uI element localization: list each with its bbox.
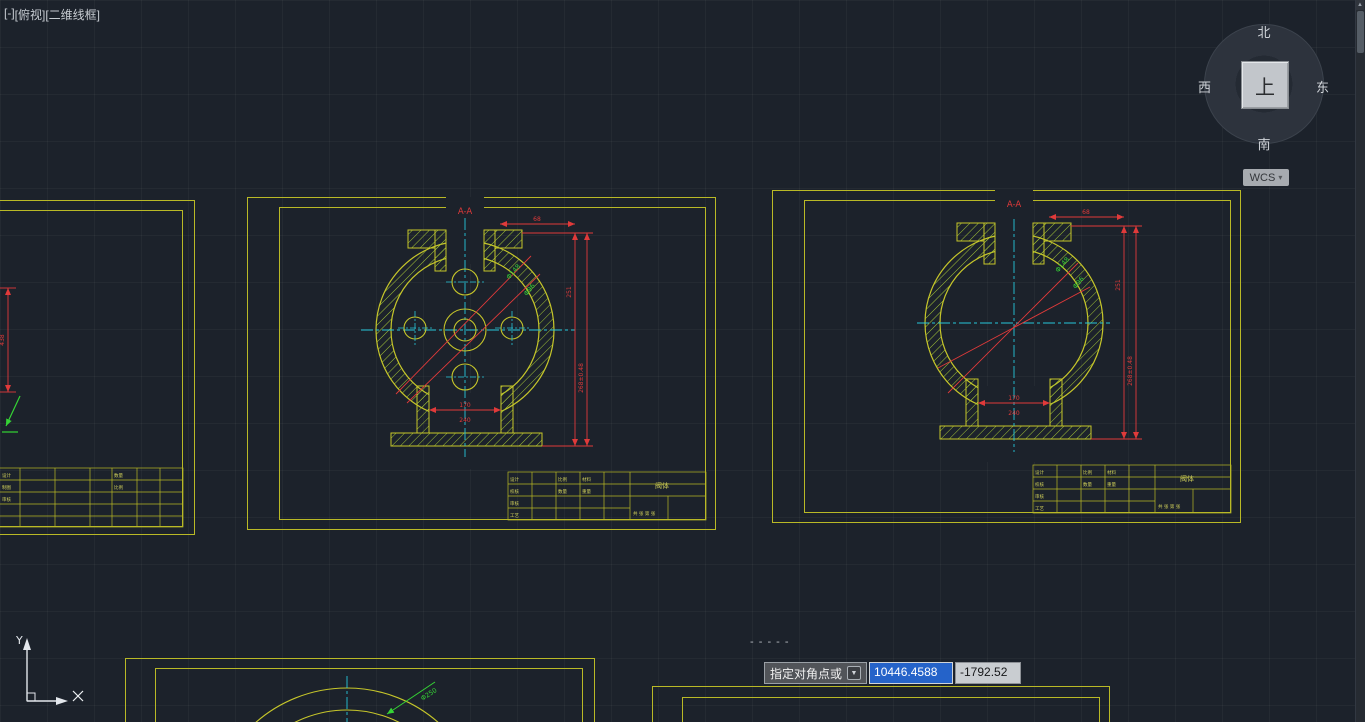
svg-text:重量: 重量: [582, 488, 591, 495]
svg-text:材料: 材料: [582, 476, 591, 483]
title-block[interactable]: 设计 校核 审核 工艺 比例 数量 材料 重量 阀体 共 张 第 张: [1032, 464, 1232, 514]
svg-text:240: 240: [1008, 410, 1020, 417]
drawing-center-section[interactable]: 设计 校核 审核 工艺 比例 数量 材料 重量 阀体 共 张 第 张 68 25…: [247, 197, 716, 530]
svg-text:251: 251: [1115, 279, 1122, 291]
left-dimension[interactable]: 438: [0, 287, 16, 393]
svg-text:数量: 数量: [114, 472, 123, 479]
svg-text:A-A: A-A: [1007, 200, 1022, 210]
dynamic-input-x-field[interactable]: 10446.4588: [869, 662, 954, 684]
svg-text:审核: 审核: [2, 496, 11, 503]
svg-text:170: 170: [459, 402, 471, 409]
crosshair-cursor: [72, 690, 84, 702]
scrollbar-thumb[interactable]: [1357, 11, 1364, 53]
left-green-leader[interactable]: [2, 395, 21, 433]
svg-text:共 张 第 张: 共 张 第 张: [1158, 503, 1181, 510]
chevron-down-icon: ▾: [1278, 173, 1283, 182]
svg-text:比例: 比例: [1083, 469, 1092, 476]
svg-text:268±0.48: 268±0.48: [578, 363, 585, 393]
svg-text:A-A: A-A: [458, 207, 473, 217]
svg-text:重量: 重量: [1107, 481, 1116, 488]
wcs-label: WCS: [1249, 171, 1276, 184]
compass-west-label[interactable]: 西: [1198, 77, 1211, 96]
svg-text:设计: 设计: [2, 472, 11, 479]
svg-text:工艺: 工艺: [1035, 506, 1044, 512]
svg-text:校核: 校核: [1035, 481, 1044, 488]
svg-text:设计: 设计: [1035, 469, 1044, 476]
dynamic-input: 指定对角点或 ▼ 10446.4588 -1792.52: [764, 662, 1022, 684]
compass-north-label[interactable]: 北: [1204, 22, 1324, 41]
svg-text:240: 240: [459, 417, 471, 424]
svg-text:审核: 审核: [510, 500, 519, 507]
selection-dashes: - - - - -: [750, 636, 790, 648]
ucs-y-label: Y: [15, 634, 23, 647]
svg-text:68: 68: [533, 216, 541, 223]
dynamic-input-prompt-label: 指定对角点或: [770, 666, 843, 681]
valve-body-section[interactable]: 68 251 268±0.48 170 240 Φ148 Φ96 A-A: [917, 190, 1142, 462]
svg-text:Φ250: Φ250: [419, 686, 438, 702]
drawing-left-partial[interactable]: 438 设计 制图 审核 数量 比例: [0, 200, 195, 535]
left-dim-text[interactable]: 438: [0, 334, 6, 346]
title-block[interactable]: 设计 校核 审核 工艺 比例 数量 材料 重量 阀体 共 张 第 张: [507, 471, 707, 521]
green-diameter-dim[interactable]: Φ250: [386, 681, 438, 715]
svg-text:材料: 材料: [1107, 469, 1116, 476]
viewport-minimize-control[interactable]: [-]: [4, 6, 15, 23]
svg-text:设计: 设计: [510, 476, 519, 483]
svg-text:制图: 制图: [2, 484, 11, 491]
drawing-right-section[interactable]: 设计 校核 审核 工艺 比例 数量 材料 重量 阀体 共 张 第 张 68 25…: [772, 190, 1241, 523]
viewcube-top-face[interactable]: 上: [1241, 61, 1289, 109]
vertical-scrollbar[interactable]: ▲: [1355, 0, 1365, 722]
svg-text:比例: 比例: [558, 476, 567, 483]
svg-text:工艺: 工艺: [510, 513, 519, 519]
dynamic-input-y-field[interactable]: -1792.52: [955, 662, 1022, 684]
left-title-block[interactable]: 设计 制图 审核 数量 比例: [0, 467, 184, 528]
svg-text:251: 251: [566, 286, 573, 298]
svg-text:审核: 审核: [1035, 493, 1044, 500]
viewcube[interactable]: 上 北 南 西 东: [1198, 22, 1329, 152]
drawing-bottom-partial[interactable]: Φ250: [125, 658, 595, 722]
ucs-icon: Y: [15, 634, 84, 705]
visual-style-control[interactable]: [二维线框]: [45, 6, 100, 23]
svg-text:阀体: 阀体: [655, 481, 669, 490]
scroll-up-icon[interactable]: ▲: [1356, 0, 1364, 10]
svg-text:68: 68: [1082, 209, 1090, 216]
view-control[interactable]: [俯视]: [15, 6, 46, 23]
down-key-hint-icon: ▼: [847, 666, 862, 680]
svg-text:阀体: 阀体: [1180, 474, 1194, 483]
compass-east-label[interactable]: 东: [1316, 77, 1329, 96]
dynamic-input-prompt: 指定对角点或 ▼: [764, 662, 868, 684]
svg-text:共 张 第 张: 共 张 第 张: [633, 510, 656, 517]
svg-text:268±0.48: 268±0.48: [1127, 356, 1134, 386]
svg-text:比例: 比例: [114, 484, 123, 491]
valve-body-section[interactable]: 68 251 268±0.48 170 240 Φ148 Φ96 A-A: [361, 197, 593, 469]
viewport-controls: [-] [俯视] [二维线框]: [4, 6, 100, 23]
compass-south-label[interactable]: 南: [1204, 134, 1324, 153]
modelspace-canvas[interactable]: [-] [俯视] [二维线框] 438 设计 制图 审核 数量 比例 设计 校核…: [0, 0, 1365, 722]
svg-text:校核: 校核: [510, 488, 519, 495]
wcs-dropdown[interactable]: WCS ▾: [1243, 169, 1289, 186]
svg-text:数量: 数量: [558, 488, 567, 495]
svg-text:170: 170: [1008, 395, 1020, 402]
drawing-frame-bottom-right-inner[interactable]: [682, 697, 1100, 722]
svg-text:数量: 数量: [1083, 481, 1092, 488]
